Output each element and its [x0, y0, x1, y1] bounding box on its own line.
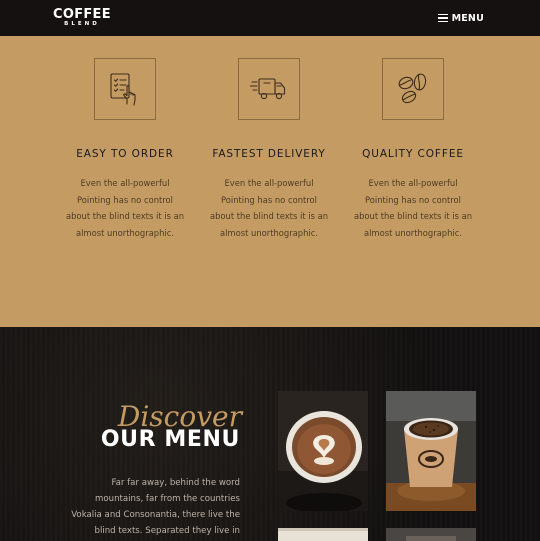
service-fastest-delivery: FASTEST DELIVERY Even the all-powerful P… [194, 58, 344, 241]
service-title: EASY TO ORDER [76, 148, 174, 160]
menu-toggle-button[interactable]: MENU [437, 12, 484, 24]
service-title: QUALITY COFFEE [362, 148, 464, 160]
menu-intro: Discover OUR MENU Far far away, behind t… [40, 403, 242, 539]
service-description: Even the all-powerful Pointing has no co… [209, 178, 329, 238]
brand-tagline: BLEND [64, 21, 100, 28]
menu-toggle-label: MENU [451, 12, 484, 24]
menu-photo-4[interactable] [386, 528, 476, 541]
coffee-beans-icon [382, 58, 444, 120]
menu-heading: OUR MENU [100, 427, 240, 452]
service-title: FASTEST DELIVERY [212, 148, 326, 160]
menu-section: Discover OUR MENU Far far away, behind t… [0, 327, 540, 541]
service-quality-coffee: QUALITY COFFEE Even the all-powerful Poi… [338, 58, 488, 241]
brand-logo[interactable]: COFFEE BLEND [53, 8, 111, 28]
navbar: COFFEE BLEND MENU [0, 0, 540, 36]
services-section: EASY TO ORDER Even the all-powerful Poin… [0, 36, 540, 327]
order-checklist-icon [94, 58, 156, 120]
menu-photo-takeaway[interactable] [386, 391, 476, 511]
delivery-truck-icon [238, 58, 300, 120]
service-description: Even the all-powerful Pointing has no co… [353, 178, 473, 238]
menu-photo-latte[interactable] [278, 391, 368, 511]
brand-name: COFFEE [53, 7, 111, 23]
menu-description: Far far away, behind the word mountains,… [71, 478, 240, 536]
service-easy-to-order: EASY TO ORDER Even the all-powerful Poin… [50, 58, 200, 241]
menu-photo-3[interactable] [278, 528, 368, 541]
service-description: Even the all-powerful Pointing has no co… [65, 178, 185, 238]
hamburger-icon [437, 14, 448, 22]
